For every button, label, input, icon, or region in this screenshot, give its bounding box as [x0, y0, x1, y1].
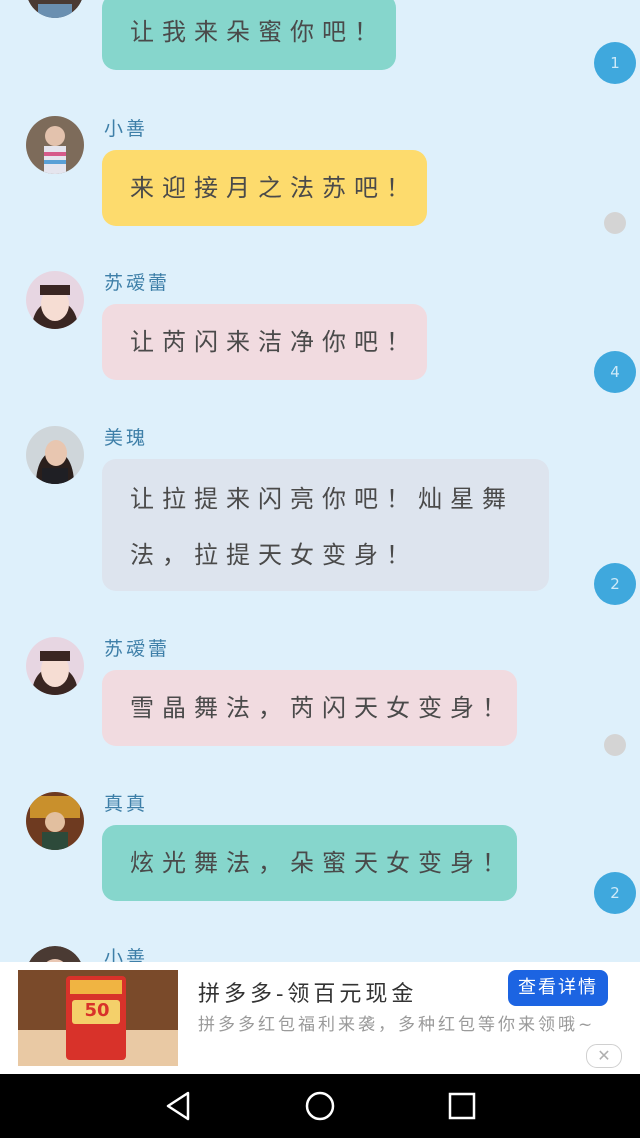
read-indicator	[604, 212, 626, 234]
unread-badge[interactable]: 2	[594, 563, 636, 605]
avatar[interactable]	[26, 426, 84, 484]
sender-name: 小善	[104, 118, 149, 140]
navigation-bar	[0, 1074, 640, 1138]
view-details-button[interactable]: 查看详情	[508, 970, 608, 1006]
avatar[interactable]	[26, 116, 84, 174]
back-icon[interactable]	[160, 1088, 196, 1124]
ad-image[interactable]: 50	[18, 970, 178, 1066]
read-indicator	[604, 734, 626, 756]
message-bubble[interactable]: 来迎接月之法苏吧！	[102, 150, 427, 226]
sender-name: 真真	[104, 793, 149, 815]
message-bubble[interactable]: 让我来朵蜜你吧！	[102, 0, 396, 70]
unread-badge[interactable]: 1	[594, 42, 636, 84]
message-bubble[interactable]: 让拉提来闪亮你吧！灿星舞 法，拉提天女变身！	[102, 459, 549, 591]
avatar[interactable]	[26, 0, 84, 18]
chat-list[interactable]: 让我来朵蜜你吧！ 1 小善 来迎接月之法苏吧！ 苏叆蕾 让芮闪来洁净你吧！ 4 …	[0, 0, 640, 962]
message-line: 法，拉提天女变身！	[130, 541, 418, 569]
sender-name: 美瑰	[104, 427, 149, 449]
message-bubble[interactable]: 让芮闪来洁净你吧！	[102, 304, 427, 380]
ad-description: 拼多多红包福利来袭，多种红包等你来领哦~	[198, 1015, 596, 1035]
home-icon[interactable]	[302, 1088, 338, 1124]
sender-name: 小善	[104, 947, 149, 962]
unread-badge[interactable]: 4	[594, 351, 636, 393]
recents-icon[interactable]	[444, 1088, 480, 1124]
close-icon[interactable]: ✕	[586, 1044, 622, 1068]
message-bubble[interactable]: 炫光舞法，朵蜜天女变身！	[102, 825, 517, 901]
unread-badge[interactable]: 2	[594, 872, 636, 914]
ad-banner[interactable]: 50 拼多多-领百元现金 查看详情 拼多多红包福利来袭，多种红包等你来领哦~ ✕	[0, 962, 640, 1074]
avatar[interactable]	[26, 792, 84, 850]
avatar[interactable]	[26, 271, 84, 329]
sender-name: 苏叆蕾	[104, 272, 171, 294]
avatar[interactable]	[26, 946, 84, 962]
ad-title[interactable]: 拼多多-领百元现金	[198, 976, 417, 1008]
message-line: 让拉提来闪亮你吧！灿星舞	[130, 485, 514, 513]
message-bubble[interactable]: 雪晶舞法，芮闪天女变身！	[102, 670, 517, 746]
sender-name: 苏叆蕾	[104, 638, 171, 660]
avatar[interactable]	[26, 637, 84, 695]
ad-amount: 50	[84, 1000, 110, 1021]
